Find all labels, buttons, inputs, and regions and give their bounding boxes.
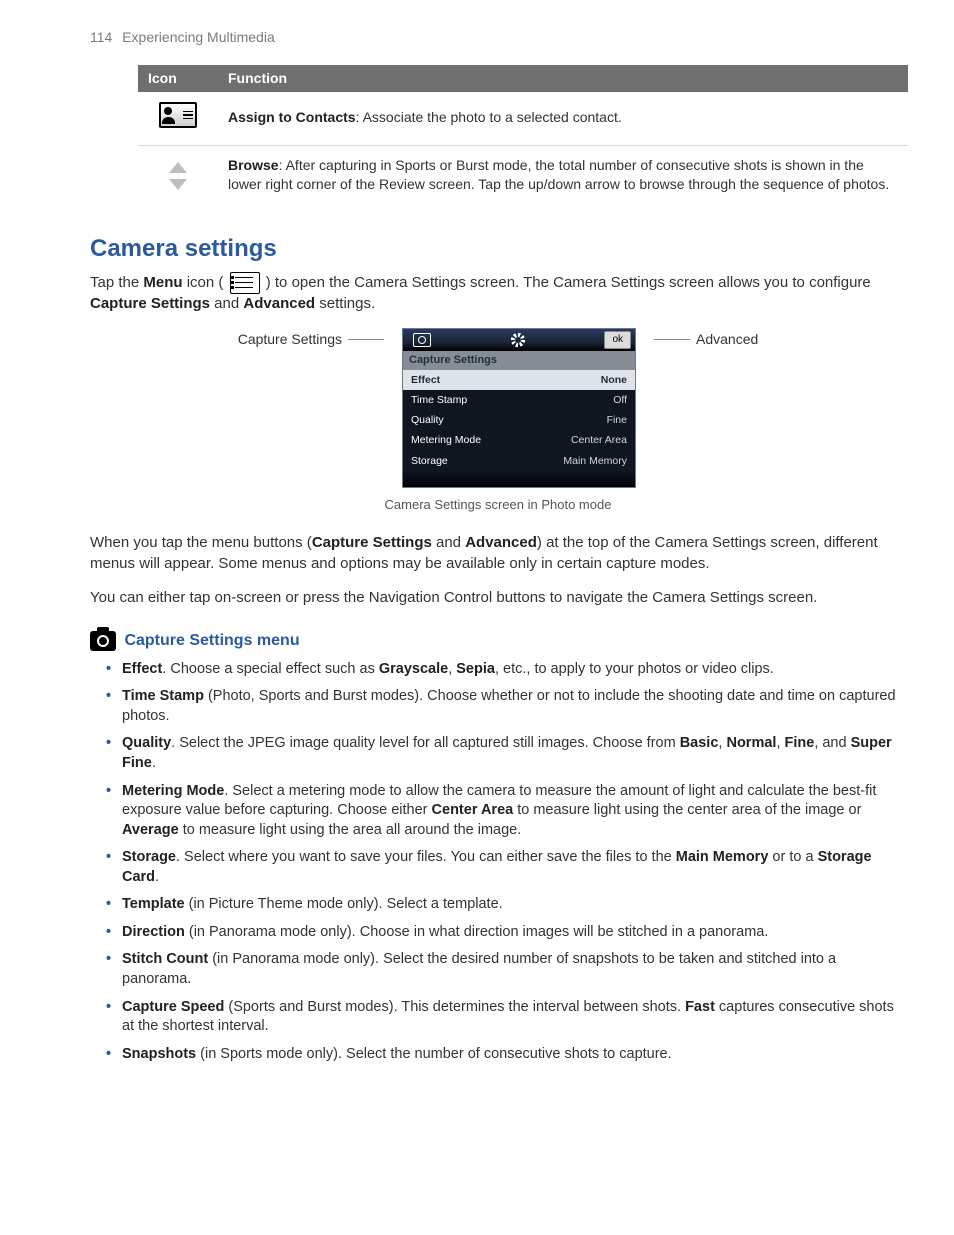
panel-title: Capture Settings — [403, 351, 635, 370]
assign-contacts-icon — [159, 102, 197, 128]
camera-settings-figure: Capture Settings ok Capture Settings Eff… — [90, 328, 906, 513]
list-item: Quality. Select the JPEG image quality l… — [106, 734, 906, 773]
settings-row: Quality Fine — [403, 410, 635, 430]
table-row: Browse: After capturing in Sports or Bur… — [138, 146, 908, 206]
page-number: 114 — [90, 28, 112, 47]
list-item: Stitch Count (in Panorama mode only). Se… — [106, 950, 906, 989]
list-item: Direction (in Panorama mode only). Choos… — [106, 923, 906, 943]
arrow-up-icon — [169, 162, 187, 173]
icon-function-table: Icon Function Assign to Contacts: Associ… — [138, 65, 908, 206]
device-screenshot: ok Capture Settings Effect None Time Sta… — [402, 328, 636, 488]
fn-title: Assign to Contacts — [228, 109, 356, 125]
ok-button: ok — [604, 331, 631, 349]
figure-label-right: Advanced — [654, 328, 758, 349]
capture-settings-list: Effect. Choose a special effect such as … — [106, 660, 906, 1065]
table-row: Assign to Contacts: Associate the photo … — [138, 92, 908, 145]
settings-rows: Effect None Time Stamp Off Quality Fine … — [403, 370, 635, 471]
figure-label-left: Capture Settings — [238, 328, 384, 349]
col-function: Function — [218, 65, 908, 92]
list-item: Capture Speed (Sports and Burst modes). … — [106, 998, 906, 1037]
gear-icon — [511, 333, 525, 347]
settings-row: Metering Mode Center Area — [403, 430, 635, 450]
list-item: Storage. Select where you want to save y… — [106, 848, 906, 887]
body-paragraph: You can either tap on-screen or press th… — [90, 588, 906, 608]
running-head: 114 Experiencing Multimedia — [90, 28, 906, 47]
section-heading: Camera settings — [90, 233, 906, 265]
list-item: Snapshots (in Sports mode only). Select … — [106, 1045, 906, 1065]
figure-caption: Camera Settings screen in Photo mode — [90, 496, 906, 514]
camera-tab-icon — [413, 333, 431, 347]
list-item: Time Stamp (Photo, Sports and Burst mode… — [106, 687, 906, 726]
list-item: Metering Mode. Select a metering mode to… — [106, 782, 906, 841]
col-icon: Icon — [138, 65, 218, 92]
arrow-down-icon — [169, 179, 187, 190]
subsection-heading: Capture Settings menu — [90, 630, 906, 652]
list-item: Template (in Picture Theme mode only). S… — [106, 895, 906, 915]
settings-row: Storage Main Memory — [403, 451, 635, 471]
chapter-title: Experiencing Multimedia — [122, 29, 275, 45]
list-item: Effect. Choose a special effect such as … — [106, 660, 906, 680]
camera-icon — [90, 631, 116, 651]
menu-icon — [230, 272, 260, 294]
fn-desc: : After capturing in Sports or Burst mod… — [228, 157, 889, 192]
body-paragraph: When you tap the menu buttons (Capture S… — [90, 533, 906, 574]
intro-paragraph: Tap the Menu icon ( ) to open the Camera… — [90, 272, 906, 314]
fn-title: Browse — [228, 157, 279, 173]
function-cell: Browse: After capturing in Sports or Bur… — [218, 146, 908, 206]
function-cell: Assign to Contacts: Associate the photo … — [218, 92, 908, 145]
settings-row: Time Stamp Off — [403, 390, 635, 410]
browse-arrows-icon — [163, 162, 193, 190]
settings-row: Effect None — [403, 370, 635, 390]
fn-desc: : Associate the photo to a selected cont… — [356, 109, 622, 125]
